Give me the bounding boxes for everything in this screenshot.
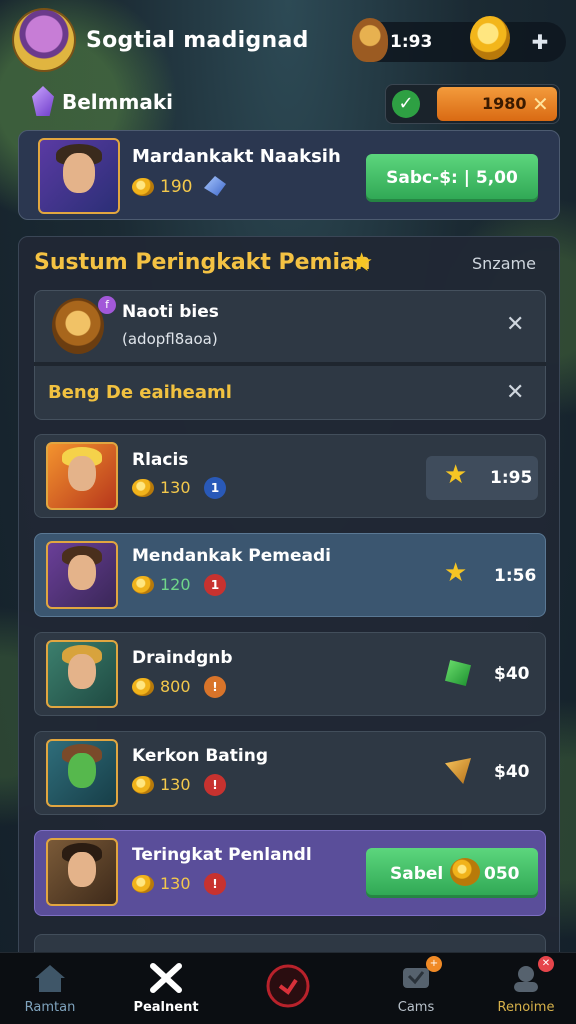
highlight-close-button[interactable]: ✕ (506, 380, 524, 405)
nav-label: Renoime (497, 1000, 555, 1015)
add-resource-button[interactable]: ✚ (528, 30, 552, 54)
row-badge: 1 (204, 574, 226, 596)
coin-icon (132, 776, 154, 794)
coin-icon (132, 678, 154, 696)
row-rank: $40 (494, 664, 530, 684)
row-name: Rlacis (132, 450, 189, 470)
featured-portrait (38, 138, 120, 214)
row-badge: ! (204, 873, 226, 895)
featured-buy-button[interactable]: Sabc-$: | 5,00 (366, 154, 538, 202)
purple-badge-icon: f (98, 296, 116, 314)
panel-title: Sustum Peringkakt Pemian (34, 250, 371, 275)
featured-name: Mardankakt Naaksih (132, 146, 341, 167)
check-icon[interactable]: ✓ (392, 90, 420, 118)
row-portrait (46, 442, 118, 510)
nav-battle[interactable] (238, 952, 338, 1024)
row-coins: 130 (160, 775, 191, 794)
coin-icon (450, 858, 480, 886)
notification-badge: ✕ (538, 956, 554, 972)
nav-ranking[interactable]: Pealnent (116, 952, 216, 1024)
home-icon (33, 962, 67, 994)
currency-close-icon[interactable]: ✕ (532, 92, 549, 116)
nav-games[interactable]: + Cams (366, 952, 466, 1024)
coin-icon (132, 875, 154, 893)
notice-title: Naoti bies (122, 302, 219, 322)
coin-icon (132, 178, 154, 196)
star-icon: ★ (350, 248, 374, 278)
row-name: Kerkon Bating (132, 746, 268, 766)
featured-coins: 190 (160, 177, 193, 197)
crossed-swords-icon (149, 962, 183, 994)
row-name: Mendankak Pemeadi (132, 546, 331, 566)
nav-profile[interactable]: ✕ Renoime (476, 952, 576, 1024)
notice-subtitle: (adopfl8aoa) (122, 330, 218, 348)
nav-label: Ramtan (24, 1000, 76, 1015)
row-badge: ! (204, 774, 226, 796)
row-name: Teringkat Penlandl (132, 845, 312, 865)
row-coins: 800 (160, 677, 191, 696)
section-label: Belmmaki (62, 90, 173, 114)
nav-label: Pealnent (133, 1000, 199, 1015)
notice-highlight: Beng De eaiheaml (48, 382, 232, 403)
row-rank: 1:56 (494, 566, 537, 586)
nav-label: Cams (397, 1000, 435, 1015)
mask-icon (352, 18, 388, 62)
row-badge: ! (204, 676, 226, 698)
notification-badge: + (426, 956, 442, 972)
row-portrait (46, 739, 118, 807)
row-coins: 130 (160, 874, 191, 893)
game-title: Sogtial madignad (86, 28, 309, 53)
nav-home[interactable]: Ramtan (0, 952, 100, 1024)
row-badge: 1 (204, 477, 226, 499)
row-rank: $40 (494, 762, 530, 782)
battle-icon (266, 964, 310, 1008)
row-portrait (46, 541, 118, 609)
row-action-value: 050 (484, 864, 520, 884)
resource-value: 1:93 (390, 32, 433, 52)
star-icon: ★ (444, 460, 468, 490)
coin-icon (132, 479, 154, 497)
gold-badge-icon (52, 298, 104, 354)
row-portrait (46, 640, 118, 708)
coin-icon (470, 16, 510, 60)
notice-close-button[interactable]: ✕ (506, 312, 524, 337)
coin-icon (132, 576, 154, 594)
currency-value: 1980 (482, 94, 527, 113)
panel-link[interactable]: Snzame (472, 254, 536, 273)
row-coins: 120 (160, 575, 191, 594)
row-rank: 1:95 (490, 468, 533, 488)
player-avatar[interactable] (14, 10, 74, 70)
notice-divider (34, 362, 546, 366)
star-icon: ★ (444, 558, 468, 588)
row-action-label: Sabel (390, 864, 444, 884)
row-coins: 130 (160, 478, 191, 497)
row-portrait (46, 838, 118, 906)
row-name: Draindgnb (132, 648, 233, 668)
